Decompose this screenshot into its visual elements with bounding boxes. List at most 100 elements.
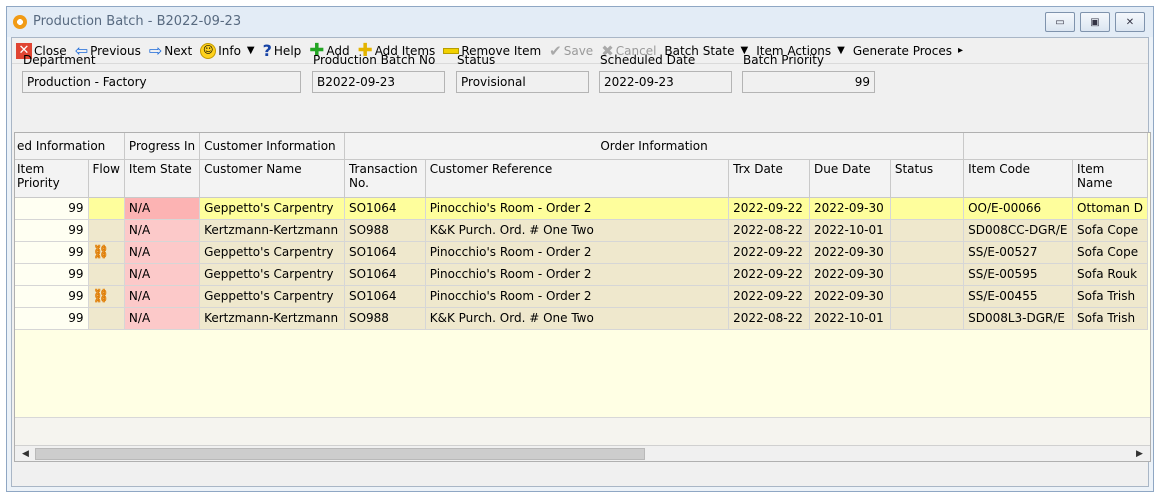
cell-status[interactable] xyxy=(890,197,965,220)
cell-customer[interactable]: Kertzmann-Kertzmann xyxy=(199,219,345,242)
cell-trx-no[interactable]: SO1064 xyxy=(344,197,426,220)
cell-due-date[interactable]: 2022-09-30 xyxy=(809,241,891,264)
table-row[interactable]: 99 N/A Geppetto's Carpentry SO1064 Pinocchio… xyxy=(15,197,1148,220)
cell-priority[interactable]: 99 xyxy=(15,263,89,286)
cell-trx-no[interactable]: SO1064 xyxy=(344,241,426,264)
cell-flow[interactable] xyxy=(88,263,125,286)
title-bar[interactable]: Production Batch - B2022-09-23 ▭ ▣ ✕ xyxy=(7,7,1153,37)
cell-item-name[interactable]: Ottoman D xyxy=(1072,197,1148,220)
cell-customer[interactable]: Geppetto's Carpentry xyxy=(199,197,345,220)
cell-trx-date[interactable]: 2022-09-22 xyxy=(728,285,810,308)
cell-flow[interactable] xyxy=(88,197,125,220)
batch-priority-field[interactable]: 99 xyxy=(742,71,875,93)
col-due-date[interactable]: Due Date xyxy=(809,159,891,198)
cell-item-code[interactable]: SS/E-00595 xyxy=(963,263,1074,286)
horizontal-scrollbar[interactable]: ◀ ▶ xyxy=(15,445,1150,461)
batch-no-field[interactable]: B2022-09-23 xyxy=(312,71,445,93)
cell-trx-date[interactable]: 2022-09-22 xyxy=(728,241,810,264)
cell-customer[interactable]: Geppetto's Carpentry xyxy=(199,241,345,264)
cell-customer[interactable]: Geppetto's Carpentry xyxy=(199,285,345,308)
next-button[interactable]: ⇨ Next xyxy=(145,39,196,63)
cell-trx-date[interactable]: 2022-09-22 xyxy=(728,197,810,220)
cell-priority[interactable]: 99 xyxy=(15,285,89,308)
cell-reference[interactable]: K&K Purch. Ord. # One Two xyxy=(425,307,730,330)
cell-flow[interactable]: ⛓ xyxy=(88,241,125,264)
cell-due-date[interactable]: 2022-09-30 xyxy=(809,263,891,286)
col-customer-name[interactable]: Customer Name xyxy=(199,159,345,198)
cell-status[interactable] xyxy=(890,263,965,286)
cell-state[interactable]: N/A xyxy=(124,263,201,286)
cell-item-code[interactable]: SS/E-00527 xyxy=(963,241,1074,264)
cell-due-date[interactable]: 2022-09-30 xyxy=(809,197,891,220)
table-row[interactable]: 99 N/A Kertzmann-Kertzmann SO988 K&K Purch. … xyxy=(15,307,1148,330)
col-customer-reference[interactable]: Customer Reference xyxy=(425,159,730,198)
cell-trx-no[interactable]: SO1064 xyxy=(344,285,426,308)
cell-priority[interactable]: 99 xyxy=(15,219,89,242)
col-transaction-no[interactable]: Transaction No. xyxy=(344,159,426,198)
help-button[interactable]: ? Help xyxy=(259,39,306,63)
scroll-right-icon[interactable]: ▶ xyxy=(1131,446,1148,461)
cell-status[interactable] xyxy=(890,307,965,330)
col-flow[interactable]: Flow xyxy=(88,159,125,198)
cell-reference[interactable]: Pinocchio's Room - Order 2 xyxy=(425,263,730,286)
cell-reference[interactable]: Pinocchio's Room - Order 2 xyxy=(425,241,730,264)
info-button[interactable]: ☺ Info ▼ xyxy=(196,39,258,63)
col-trx-date[interactable]: Trx Date xyxy=(728,159,810,198)
table-row[interactable]: 99 ⛓ N/A Geppetto's Carpentry SO1064 Pinocchi… xyxy=(15,241,1148,264)
col-item-code[interactable]: Item Code xyxy=(963,159,1074,198)
cell-trx-date[interactable]: 2022-08-22 xyxy=(728,307,810,330)
cell-status[interactable] xyxy=(890,219,965,242)
cell-reference[interactable]: Pinocchio's Room - Order 2 xyxy=(425,285,730,308)
cell-item-code[interactable]: SD008L3-DGR/E xyxy=(963,307,1074,330)
cell-state[interactable]: N/A xyxy=(124,285,201,308)
cell-state[interactable]: N/A xyxy=(124,197,201,220)
col-item-state[interactable]: Item State xyxy=(124,159,201,198)
maximize-button[interactable]: ▣ xyxy=(1080,12,1110,32)
cell-item-name[interactable]: Sofa Trish xyxy=(1072,307,1148,330)
cell-reference[interactable]: Pinocchio's Room - Order 2 xyxy=(425,197,730,220)
status-field[interactable]: Provisional xyxy=(456,71,589,93)
cell-flow[interactable] xyxy=(88,307,125,330)
scheduled-date-field[interactable]: 2022-09-23 xyxy=(599,71,732,93)
cell-state[interactable]: N/A xyxy=(124,219,201,242)
cell-customer[interactable]: Geppetto's Carpentry xyxy=(199,263,345,286)
table-row[interactable]: 99 ⛓ N/A Geppetto's Carpentry SO1064 Pinocchi… xyxy=(15,285,1148,308)
cell-status[interactable] xyxy=(890,241,965,264)
generate-proces-menu[interactable]: Generate Proces ▸ xyxy=(849,39,967,63)
cell-item-name[interactable]: Sofa Cope xyxy=(1072,219,1148,242)
cell-flow[interactable]: ⛓ xyxy=(88,285,125,308)
table-row[interactable]: 99 N/A Kertzmann-Kertzmann SO988 K&K Purch. … xyxy=(15,219,1148,242)
cell-priority[interactable]: 99 xyxy=(15,197,89,220)
cell-item-code[interactable]: OO/E-00066 xyxy=(963,197,1074,220)
cell-item-code[interactable]: SS/E-00455 xyxy=(963,285,1074,308)
cell-state[interactable]: N/A xyxy=(124,307,201,330)
cell-flow[interactable] xyxy=(88,219,125,242)
cell-status[interactable] xyxy=(890,285,965,308)
cell-trx-no[interactable]: SO988 xyxy=(344,307,426,330)
cell-trx-date[interactable]: 2022-09-22 xyxy=(728,263,810,286)
col-item-priority[interactable]: Item Priority xyxy=(15,159,89,198)
cell-due-date[interactable]: 2022-10-01 xyxy=(809,219,891,242)
col-status[interactable]: Status xyxy=(890,159,965,198)
cell-item-name[interactable]: Sofa Trish xyxy=(1072,285,1148,308)
cell-priority[interactable]: 99 xyxy=(15,241,89,264)
cell-item-code[interactable]: SD008CC-DGR/E xyxy=(963,219,1074,242)
col-item-name[interactable]: Item Name xyxy=(1072,159,1148,198)
cell-state[interactable]: N/A xyxy=(124,241,201,264)
close-window-button[interactable]: ✕ xyxy=(1115,12,1145,32)
cell-trx-no[interactable]: SO988 xyxy=(344,219,426,242)
cell-reference[interactable]: K&K Purch. Ord. # One Two xyxy=(425,219,730,242)
cell-trx-no[interactable]: SO1064 xyxy=(344,263,426,286)
table-row[interactable]: 99 N/A Geppetto's Carpentry SO1064 Pinocchio… xyxy=(15,263,1148,286)
cell-due-date[interactable]: 2022-10-01 xyxy=(809,307,891,330)
save-button[interactable]: ✔ Save xyxy=(545,39,597,63)
scroll-left-icon[interactable]: ◀ xyxy=(17,446,34,461)
cell-trx-date[interactable]: 2022-08-22 xyxy=(728,219,810,242)
cell-item-name[interactable]: Sofa Cope xyxy=(1072,241,1148,264)
cell-customer[interactable]: Kertzmann-Kertzmann xyxy=(199,307,345,330)
cell-priority[interactable]: 99 xyxy=(15,307,89,330)
cell-item-name[interactable]: Sofa Rouk xyxy=(1072,263,1148,286)
department-field[interactable]: Production - Factory xyxy=(22,71,301,93)
cell-due-date[interactable]: 2022-09-30 xyxy=(809,285,891,308)
minimize-button[interactable]: ▭ xyxy=(1045,12,1075,32)
